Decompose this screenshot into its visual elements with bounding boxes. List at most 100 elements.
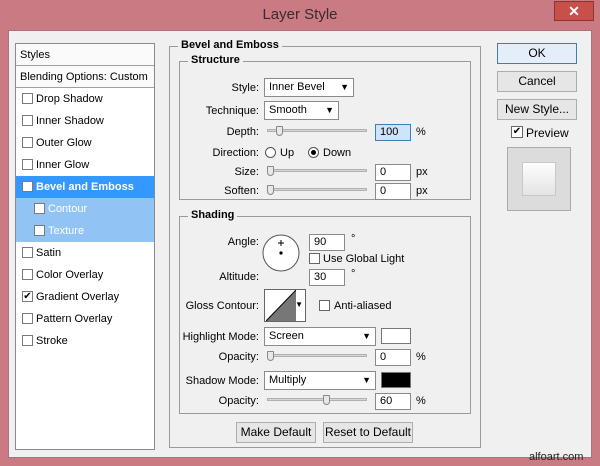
- dialog-body: Styles Blending Options: Custom Drop Sha…: [8, 30, 592, 463]
- highlight-color-swatch[interactable]: [381, 328, 411, 344]
- styles-header[interactable]: Styles: [16, 44, 154, 66]
- anti-aliased-checkbox[interactable]: [319, 300, 330, 311]
- highlight-opacity-unit: %: [416, 351, 426, 363]
- soften-slider[interactable]: [267, 188, 367, 191]
- close-button[interactable]: ✕: [554, 1, 594, 21]
- highlight-opacity-field[interactable]: 0: [375, 349, 411, 366]
- direction-up-radio[interactable]: [265, 147, 276, 158]
- sidebar-item-label: Outer Glow: [36, 137, 92, 149]
- sidebar-item-drop-shadow[interactable]: Drop Shadow: [16, 88, 154, 110]
- sidebar-item-outer-glow[interactable]: Outer Glow: [16, 132, 154, 154]
- styles-list: Styles Blending Options: Custom Drop Sha…: [15, 43, 155, 450]
- style-checkbox[interactable]: [34, 203, 45, 214]
- angle-label: Angle:: [227, 236, 259, 248]
- sidebar-item-label: Gradient Overlay: [36, 291, 120, 303]
- altitude-unit: °: [351, 268, 356, 280]
- soften-unit: px: [416, 185, 428, 197]
- shadow-mode-value: Multiply: [269, 374, 307, 386]
- ok-button[interactable]: OK: [497, 43, 577, 64]
- sidebar-item-label: Texture: [48, 225, 85, 237]
- preview-checkbox[interactable]: ✔: [511, 126, 523, 138]
- shadow-opacity-slider[interactable]: [267, 398, 367, 401]
- shadow-opacity-field[interactable]: 60: [375, 393, 411, 410]
- technique-value: Smooth: [269, 104, 307, 116]
- gloss-contour-label: Gloss Contour:: [185, 300, 259, 312]
- sidebar-item-label: Drop Shadow: [36, 93, 103, 105]
- depth-field[interactable]: 100: [375, 124, 411, 141]
- direction-down-radio[interactable]: [308, 147, 319, 158]
- bevel-emboss-title: Bevel and Emboss: [178, 39, 282, 51]
- technique-label: Technique:: [205, 105, 259, 117]
- sidebar-item-stroke[interactable]: Stroke: [16, 330, 154, 352]
- style-checkbox[interactable]: [22, 247, 33, 258]
- sidebar-item-label: Stroke: [36, 335, 68, 347]
- sidebar-item-satin[interactable]: Satin: [16, 242, 154, 264]
- highlight-opacity-handle[interactable]: [267, 351, 274, 361]
- style-checkbox[interactable]: ✔: [22, 291, 33, 302]
- preview-swatch: [522, 162, 556, 196]
- sidebar-item-label: Contour: [48, 203, 88, 215]
- highlight-opacity-slider[interactable]: [267, 354, 367, 357]
- soften-field[interactable]: 0: [375, 183, 411, 200]
- sidebar-item-inner-shadow[interactable]: Inner Shadow: [16, 110, 154, 132]
- highlight-mode-select[interactable]: Screen ▼: [264, 327, 376, 346]
- new-style-button[interactable]: New Style...: [497, 99, 577, 120]
- sidebar-item-bevel-and-emboss[interactable]: ✔ Bevel and Emboss: [16, 176, 154, 198]
- global-light-checkbox[interactable]: [309, 253, 320, 264]
- reset-default-button[interactable]: Reset to Default: [323, 422, 413, 443]
- sidebar-item-label: Color Overlay: [36, 269, 104, 281]
- sidebar-item-pattern-overlay[interactable]: Pattern Overlay: [16, 308, 154, 330]
- chevron-down-icon: ▼: [362, 375, 371, 385]
- window-title: Layer Style: [262, 6, 338, 23]
- altitude-field[interactable]: 30: [309, 269, 345, 286]
- global-light-label: Use Global Light: [323, 253, 405, 265]
- style-checkbox[interactable]: [22, 115, 33, 126]
- size-unit: px: [416, 166, 428, 178]
- direction-up-label: Up: [280, 147, 295, 159]
- shadow-mode-select[interactable]: Multiply ▼: [264, 371, 376, 390]
- style-checkbox[interactable]: [22, 159, 33, 170]
- blending-options[interactable]: Blending Options: Custom: [16, 66, 154, 88]
- style-checkbox[interactable]: [22, 335, 33, 346]
- make-default-button[interactable]: Make Default: [236, 422, 316, 443]
- shadow-color-swatch[interactable]: [381, 372, 411, 388]
- style-checkbox[interactable]: ✔: [22, 181, 33, 192]
- style-checkbox[interactable]: [22, 93, 33, 104]
- direction-down-label: Down: [323, 147, 352, 159]
- depth-label: Depth:: [226, 126, 259, 138]
- structure-title: Structure: [188, 54, 243, 66]
- angle-dial[interactable]: [261, 233, 301, 273]
- soften-slider-handle[interactable]: [267, 185, 274, 195]
- style-select[interactable]: Inner Bevel ▼: [264, 78, 354, 97]
- sidebar-item-gradient-overlay[interactable]: ✔ Gradient Overlay: [16, 286, 154, 308]
- chevron-down-icon: ▼: [295, 300, 303, 309]
- anti-aliased-label: Anti-aliased: [334, 300, 392, 312]
- size-field[interactable]: 0: [375, 164, 411, 181]
- sidebar-item-label: Bevel and Emboss: [36, 181, 134, 193]
- technique-select[interactable]: Smooth ▼: [264, 101, 339, 120]
- style-checkbox[interactable]: [22, 313, 33, 324]
- style-checkbox[interactable]: [22, 269, 33, 280]
- contour-preview-icon: [266, 290, 296, 321]
- sidebar-item-label: Inner Shadow: [36, 115, 104, 127]
- altitude-label: Altitude:: [219, 271, 259, 283]
- style-checkbox[interactable]: [34, 225, 45, 236]
- sidebar-item-label: Pattern Overlay: [36, 313, 113, 325]
- gloss-contour-picker[interactable]: ▼: [264, 289, 306, 322]
- cancel-button[interactable]: Cancel: [497, 71, 577, 92]
- angle-field[interactable]: 90: [309, 234, 345, 251]
- angle-unit: °: [351, 233, 356, 245]
- depth-slider-handle[interactable]: [276, 126, 284, 136]
- style-checkbox[interactable]: [22, 137, 33, 148]
- size-slider[interactable]: [267, 169, 367, 172]
- size-slider-handle[interactable]: [267, 166, 274, 176]
- sidebar-item-inner-glow[interactable]: Inner Glow: [16, 154, 154, 176]
- soften-label: Soften:: [224, 185, 259, 197]
- chevron-down-icon: ▼: [325, 105, 334, 115]
- shadow-opacity-handle[interactable]: [322, 395, 330, 405]
- chevron-down-icon: ▼: [340, 82, 349, 92]
- sidebar-item-texture[interactable]: Texture: [16, 220, 154, 242]
- highlight-mode-value: Screen: [269, 330, 304, 342]
- sidebar-item-color-overlay[interactable]: Color Overlay: [16, 264, 154, 286]
- sidebar-item-contour[interactable]: Contour: [16, 198, 154, 220]
